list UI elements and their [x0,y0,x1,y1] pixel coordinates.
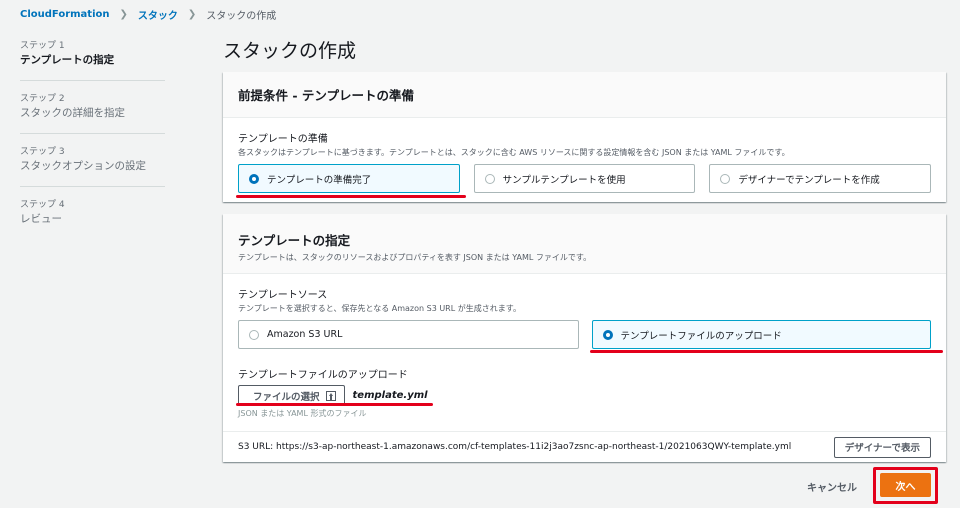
upload-template-field: テンプレートファイルのアップロード ファイルの選択 template.yml J… [223,349,946,419]
upload-template-label: テンプレートファイルのアップロード [238,370,408,381]
option-sample-template[interactable]: サンプルテンプレートを使用 [473,164,696,193]
step-label: スタックの詳細を指定 [20,107,125,119]
step-number: ステップ 4 [20,200,65,210]
annotation-underline [236,403,433,406]
template-source-field: テンプレートソース テンプレートを選択すると、保存先となる Amazon S3 … [223,274,946,349]
wizard-step-4: ステップ 4 レビュー [20,199,165,239]
option-label: テンプレートファイルのアップロード [620,330,782,342]
s3-url-text: S3 URL: https://s3-ap-northeast-1.amazon… [238,442,792,452]
step-label: スタックオプションの設定 [20,160,146,172]
choose-file-label: ファイルの選択 [253,391,320,403]
option-label: Amazon S3 URL [267,329,343,340]
chevron-right-icon: ❯ [187,8,197,20]
option-template-ready[interactable]: テンプレートの準備完了 [238,164,460,193]
wizard-step-2: ステップ 2 スタックの詳細を指定 [20,93,165,134]
specify-template-panel: テンプレートの指定 テンプレートは、スタックのリソースおよびプロパティを表す J… [223,214,946,462]
option-label: サンプルテンプレートを使用 [502,174,626,186]
option-label: テンプレートの準備完了 [267,174,372,186]
next-button[interactable]: 次へ [880,473,931,497]
breadcrumb-stacks[interactable]: スタック [138,7,178,22]
annotation-underline [236,195,466,198]
prepare-template-options: テンプレートの準備完了 サンプルテンプレートを使用 デザイナーでテンプレートを作… [238,164,932,193]
step-number: ステップ 2 [20,94,65,104]
step-label: テンプレートの指定 [20,54,115,66]
specify-template-panel-title: テンプレートの指定 [238,233,351,248]
radio-icon[interactable] [249,329,259,340]
chevron-right-icon: ❯ [119,8,128,20]
wizard-step-1: ステップ 1 テンプレートの指定 [20,40,165,81]
prepare-template-field: テンプレートの準備 各スタックはテンプレートに基づきます。テンプレートとは、スタ… [223,118,946,193]
radio-selected-icon[interactable] [249,173,259,184]
template-source-label: テンプレートソース [238,290,328,301]
option-label: デザイナーでテンプレートを作成 [738,174,880,186]
wizard-steps: ステップ 1 テンプレートの指定 ステップ 2 スタックの詳細を指定 ステップ … [20,40,165,251]
page-title: スタックの作成 [223,40,357,62]
specify-template-panel-description: テンプレートは、スタックのリソースおよびプロパティを表す JSON または YA… [238,253,592,262]
s3-url-row: S3 URL: https://s3-ap-northeast-1.amazon… [223,431,946,462]
breadcrumb-current: スタックの作成 [206,10,277,22]
upload-icon [325,390,336,401]
selected-file-name: template.yml [352,390,428,401]
specify-template-panel-header: テンプレートの指定 テンプレートは、スタックのリソースおよびプロパティを表す J… [223,214,946,274]
prerequisite-panel-header: 前提条件 - テンプレートの準備 [223,72,946,118]
file-format-hint: JSON または YAML 形式のファイル [238,409,367,418]
option-upload-template-file[interactable]: テンプレートファイルのアップロード [591,320,931,349]
radio-icon[interactable] [484,173,495,184]
cancel-button[interactable]: キャンセル [807,479,857,494]
radio-selected-icon[interactable] [602,329,613,340]
template-source-description: テンプレートを選択すると、保存先となる Amazon S3 URL が生成されま… [238,304,521,313]
template-source-options: Amazon S3 URL テンプレートファイルのアップロード [238,320,931,349]
radio-icon[interactable] [720,173,731,184]
option-designer-template[interactable]: デザイナーでテンプレートを作成 [709,164,932,193]
step-number: ステップ 1 [20,41,65,51]
prerequisite-panel: 前提条件 - テンプレートの準備 テンプレートの準備 各スタックはテンプレートに… [223,72,946,202]
annotation-underline [590,350,943,353]
step-number: ステップ 3 [20,147,65,157]
wizard-step-3: ステップ 3 スタックオプションの設定 [20,146,165,187]
prepare-template-description: 各スタックはテンプレートに基づきます。テンプレートとは、スタックに含む AWS … [238,148,790,157]
view-in-designer-button[interactable]: デザイナーで表示 [833,436,931,458]
breadcrumb: CloudFormation ❯ スタック ❯ スタックの作成 [20,7,277,22]
step-label: レビュー [20,213,62,225]
breadcrumb-cloudformation[interactable]: CloudFormation [20,9,110,20]
option-amazon-s3-url[interactable]: Amazon S3 URL [238,320,579,349]
prerequisite-panel-title: 前提条件 - テンプレートの準備 [238,88,415,103]
prepare-template-label: テンプレートの準備 [238,134,328,145]
